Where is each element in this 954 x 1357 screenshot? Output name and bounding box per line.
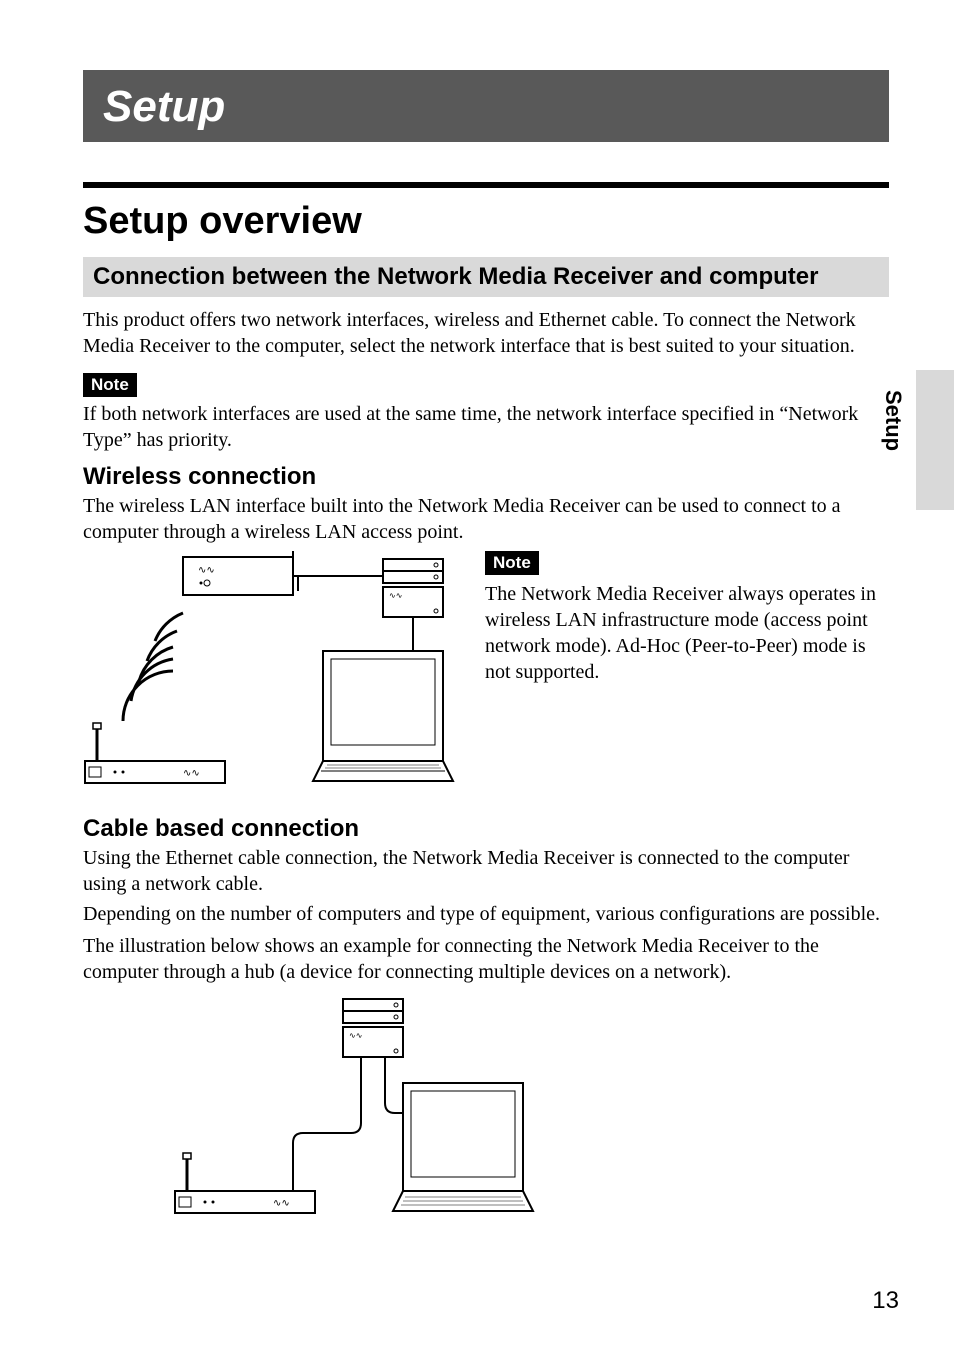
wireless-heading: Wireless connection [83, 463, 899, 491]
svg-text:∿∿: ∿∿ [198, 565, 215, 576]
svg-text:∿∿: ∿∿ [183, 768, 200, 779]
cable-body-1: Using the Ethernet cable connection, the… [83, 845, 889, 897]
cable-body-2: Depending on the number of computers and… [83, 901, 889, 927]
side-tab [916, 370, 954, 510]
svg-text:∿∿: ∿∿ [389, 591, 402, 600]
note-badge-1: Note [83, 373, 137, 397]
section-title: Setup overview [83, 200, 899, 243]
intro-paragraph: This product offers two network interfac… [83, 307, 889, 359]
section-rule [83, 182, 889, 188]
chapter-title-bar: Setup [83, 70, 889, 142]
note-2-body: The Network Media Receiver always operat… [485, 581, 889, 685]
subsection-title: Connection between the Network Media Rec… [83, 257, 889, 297]
wireless-diagram: ∿∿ ∿∿ [83, 551, 463, 791]
note-badge-2: Note [485, 551, 539, 575]
svg-text:∿∿: ∿∿ [349, 1031, 362, 1040]
note-1-body: If both network interfaces are used at t… [83, 401, 889, 453]
cable-diagram: ∿∿ ∿∿ [173, 993, 899, 1223]
svg-text:∿∿: ∿∿ [273, 1198, 290, 1209]
page-number: 13 [872, 1287, 899, 1315]
cable-heading: Cable based connection [83, 815, 899, 843]
chapter-title: Setup [103, 82, 225, 131]
cable-body-3: The illustration below shows an example … [83, 933, 889, 985]
side-tab-label: Setup [880, 390, 906, 451]
wireless-body: The wireless LAN interface built into th… [83, 493, 889, 545]
